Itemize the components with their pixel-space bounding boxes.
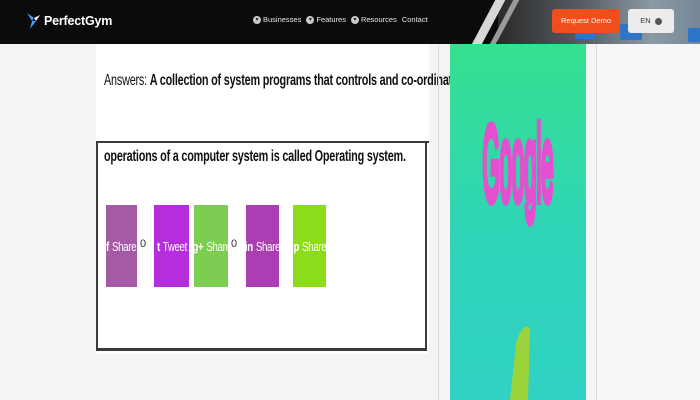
circle-arrow-icon: ▾ [350,15,359,24]
ad-decorative-shape [510,326,530,400]
google-logo-text: Google [483,106,554,224]
twitter-share-button[interactable]: t Tweet [154,205,189,287]
nav-item-label: Resources [360,15,397,24]
column-divider [438,44,439,400]
answer-text-line-2: operations of a computer system is calle… [104,148,406,165]
facebook-share-button[interactable]: f Share [106,205,137,287]
top-navigation-bar: PerfectGym ▾ Businesses ▾ Features ▾ Res… [0,0,700,44]
share-button-label: Share [205,238,231,254]
share-button-label: Share [301,238,327,254]
share-count: 0 [140,238,147,250]
chevron-down-icon [654,17,662,25]
nav-item-contact[interactable]: Contact [402,15,428,24]
main-nav: ▾ Businesses ▾ Features ▾ Resources Cont… [253,15,428,24]
header-decorative-shape [688,28,700,42]
google-plus-icon: g+ [191,238,203,254]
brand-name: PerfectGym [44,14,113,28]
share-button-label: Share [112,238,137,254]
pinterest-share-button[interactable]: p Share [293,205,326,287]
nav-item-resources[interactable]: ▾ Resources [350,15,397,24]
google-plus-share-button[interactable]: g+ Share [191,205,231,287]
pinterest-icon: p [293,238,299,254]
google-logo-image: Google [480,104,556,400]
divider [96,141,429,143]
nav-item-label: Contact [401,15,428,24]
answer-label: Answers: [104,72,147,89]
advertisement-banner[interactable]: Google [450,44,586,400]
linkedin-icon: in [244,238,253,254]
request-demo-button[interactable]: Request Demo [552,9,620,33]
share-button-label: Tweet [162,238,187,254]
share-button-label: Share [255,238,281,254]
perfectgym-logo-icon [27,13,40,29]
circle-arrow-icon: ▾ [253,15,261,24]
linkedin-share-button[interactable]: in Share [244,205,281,287]
language-selector[interactable]: EN [628,9,674,33]
right-gutter [597,44,700,400]
nav-item-label: Businesses [263,15,302,24]
facebook-icon: f [106,238,110,254]
nav-item-features[interactable]: ▾ Features [306,15,346,24]
circle-arrow-icon: ▾ [306,15,315,24]
language-label: EN [640,16,651,25]
nav-item-businesses[interactable]: ▾ Businesses [253,15,301,24]
brand-logo[interactable]: PerfectGym [25,10,112,32]
nav-item-label: Features [316,15,346,24]
share-count: 0 [231,238,238,250]
twitter-icon: t [156,238,160,254]
answer-text-line-1: Answers: A collection of system programs… [104,70,519,92]
